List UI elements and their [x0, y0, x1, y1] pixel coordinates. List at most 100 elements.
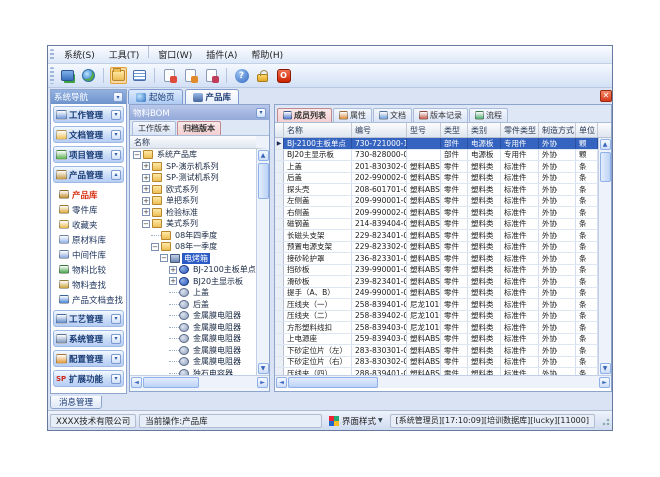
- monitor-icon[interactable]: [59, 67, 76, 84]
- scroll-up-icon[interactable]: ▲: [600, 139, 611, 150]
- close-tab-button[interactable]: ✕: [600, 90, 612, 102]
- tree-node-13[interactable]: 后盖: [130, 299, 256, 311]
- tree-horizontal-scrollbar[interactable]: ◄ ►: [130, 375, 269, 388]
- doc-tab-product-library[interactable]: 产品库: [185, 89, 240, 104]
- tree-expander-icon[interactable]: −: [151, 243, 159, 251]
- chevron-down-icon[interactable]: ▾: [111, 110, 121, 120]
- table-row[interactable]: 滑砂板239-823401-00X塑料ABS零件塑料类标准件外协条: [275, 276, 598, 288]
- bom-panel-pin-button[interactable]: ▾: [256, 108, 266, 118]
- tree-expander-icon[interactable]: +: [142, 174, 150, 182]
- tree-node-1[interactable]: +SP-演示机系列: [130, 161, 256, 173]
- sidebar-item-5[interactable]: 物料比较: [59, 262, 124, 277]
- tree-node-10[interactable]: +BJ-2100主板单点: [130, 264, 256, 276]
- sidebar-group-7[interactable]: SP扩展功能▾: [53, 370, 124, 387]
- doc-tab-home[interactable]: 起始页: [128, 89, 183, 104]
- chevron-down-icon[interactable]: ▾: [111, 314, 121, 324]
- table-row[interactable]: 右侧盖209-990002-01X塑料ABS零件塑料类标准件外协条: [275, 207, 598, 219]
- sidebar-item-1[interactable]: 零件库: [59, 202, 124, 217]
- table-horizontal-scrollbar[interactable]: ◄ ►: [275, 375, 611, 388]
- menu-item-4[interactable]: 帮助(H): [244, 46, 290, 63]
- open-folder-icon[interactable]: [110, 67, 127, 84]
- table-row[interactable]: 压线夹（二）258-839402-00X尼龙1010零件塑料类标准件外协条: [275, 311, 598, 323]
- chevron-down-icon[interactable]: ▾: [111, 334, 121, 344]
- table-row[interactable]: 下砂定位片（右）283-830302-00X塑料ABS零件塑料类标准件外协条: [275, 357, 598, 369]
- sidebar-item-6[interactable]: 物料查找: [59, 277, 124, 292]
- column-header-4[interactable]: 类别: [468, 123, 501, 137]
- tree-node-19[interactable]: 独石电容器: [130, 368, 256, 376]
- table-row[interactable]: 接砂轮护罩236-823301-00X塑料ABS零件塑料类标准件外协条: [275, 253, 598, 265]
- column-header-3[interactable]: 类型: [441, 123, 468, 137]
- scroll-right-icon[interactable]: ►: [599, 377, 610, 388]
- tree-node-18[interactable]: 金属膜电阻器: [130, 356, 256, 368]
- table-row[interactable]: ▶BJ-2100主板单点730-721000-12X部件电源板专用件外协颗: [275, 138, 598, 150]
- tree-expander-icon[interactable]: −: [133, 151, 141, 159]
- exit-icon[interactable]: O: [275, 67, 292, 84]
- table-row[interactable]: 上电源座259-839403-00X塑料ABS零件塑料类标准件外协条: [275, 334, 598, 346]
- tree-hscroll-thumb[interactable]: [143, 377, 199, 388]
- sidebar-group-1[interactable]: 文档管理▾: [53, 126, 124, 143]
- tree-expander-icon[interactable]: −: [142, 220, 150, 228]
- document-delete-icon[interactable]: [203, 67, 220, 84]
- detail-tab-1[interactable]: 属性: [333, 108, 372, 122]
- sidebar-group-5[interactable]: 系统管理▾: [53, 330, 124, 347]
- tree-node-7[interactable]: 08年四季度: [130, 230, 256, 242]
- chevron-down-icon[interactable]: ▾: [111, 130, 121, 140]
- chevron-down-icon[interactable]: ▾: [111, 354, 121, 364]
- table-row[interactable]: 提手（A、B）249-990001-01X塑料ABS零件塑料类标准件外协条: [275, 288, 598, 300]
- scroll-left-icon[interactable]: ◄: [276, 377, 287, 388]
- detail-tab-0[interactable]: 成员列表: [277, 108, 332, 122]
- sidebar-collapse-button[interactable]: ▾: [113, 92, 123, 102]
- menu-item-2[interactable]: 窗口(W): [151, 46, 199, 63]
- tree-node-8[interactable]: −08年一季度: [130, 241, 256, 253]
- scroll-up-icon[interactable]: ▲: [258, 150, 269, 161]
- tree-expander-icon[interactable]: +: [142, 208, 150, 216]
- document-new-icon[interactable]: [161, 67, 178, 84]
- sidebar-item-0[interactable]: 产品库: [59, 187, 124, 202]
- tree-node-11[interactable]: +BJ20主显示板: [130, 276, 256, 288]
- table-scroll-thumb[interactable]: [600, 152, 611, 182]
- tree-node-17[interactable]: 金属膜电阻器: [130, 345, 256, 357]
- menu-item-3[interactable]: 插件(A): [199, 46, 244, 63]
- tree-node-2[interactable]: +SP-测试机系列: [130, 172, 256, 184]
- resize-grip[interactable]: [600, 416, 610, 426]
- column-header-5[interactable]: 零件类型: [501, 123, 539, 137]
- document-send-icon[interactable]: [182, 67, 199, 84]
- sidebar-group-4[interactable]: 工艺管理▾: [53, 310, 124, 327]
- chevron-down-icon[interactable]: ▾: [111, 374, 121, 384]
- column-header-0[interactable]: 名称: [284, 123, 352, 137]
- table-row[interactable]: 方形塑料线扣258-839403-00X尼龙1010零件塑料类标准件外协条: [275, 322, 598, 334]
- sidebar-group-3[interactable]: 产品管理▴: [53, 166, 124, 183]
- tree-expander-icon[interactable]: +: [142, 197, 150, 205]
- sidebar-item-3[interactable]: 原材料库: [59, 232, 124, 247]
- table-row[interactable]: 长磁头支架229-823401-00X塑料ABS零件塑料类标准件外协条: [275, 230, 598, 242]
- column-header-2[interactable]: 型号: [407, 123, 441, 137]
- chevron-down-icon[interactable]: ▾: [111, 150, 121, 160]
- tree-node-16[interactable]: 金属膜电阻器: [130, 333, 256, 345]
- tree-expander-icon[interactable]: +: [142, 185, 150, 193]
- detail-tab-2[interactable]: 文档: [373, 108, 412, 122]
- tree-node-6[interactable]: −美式系列: [130, 218, 256, 230]
- detail-tab-4[interactable]: 流程: [469, 108, 508, 122]
- tree-scroll-thumb[interactable]: [258, 163, 269, 199]
- table-row[interactable]: 挡砂板239-990001-01X塑料ABS零件塑料类标准件外协条: [275, 265, 598, 277]
- menu-item-0[interactable]: 系统(S): [57, 46, 102, 63]
- scroll-left-icon[interactable]: ◄: [131, 377, 142, 388]
- tree-vertical-scrollbar[interactable]: ▲ ▼: [256, 149, 269, 375]
- tree-node-0[interactable]: −系统产品库: [130, 149, 256, 161]
- lock-icon[interactable]: [254, 67, 271, 84]
- scroll-down-icon[interactable]: ▼: [258, 363, 269, 374]
- tree-node-4[interactable]: +单把系列: [130, 195, 256, 207]
- sidebar-group-0[interactable]: 工作管理▾: [53, 106, 124, 123]
- message-management-tab[interactable]: 消息管理: [50, 396, 102, 409]
- chevron-up-icon[interactable]: ▴: [111, 170, 121, 180]
- table-row[interactable]: 预置电源支架229-823302-00X塑料ABS零件塑料类标准件外协条: [275, 242, 598, 254]
- detail-tab-3[interactable]: 版本记录: [413, 108, 468, 122]
- scroll-down-icon[interactable]: ▼: [600, 363, 611, 374]
- column-header-1[interactable]: 编号: [352, 123, 407, 137]
- sidebar-item-2[interactable]: 收藏夹: [59, 217, 124, 232]
- tree-expander-icon[interactable]: +: [142, 162, 150, 170]
- ui-style-button[interactable]: 界面样式 ▼: [325, 413, 387, 428]
- table-row[interactable]: BJ20主显示板730-828000-04X部件电源板专用件外协颗: [275, 150, 598, 162]
- table-hscroll-thumb[interactable]: [288, 377, 378, 388]
- toolbar-grip[interactable]: [50, 67, 54, 83]
